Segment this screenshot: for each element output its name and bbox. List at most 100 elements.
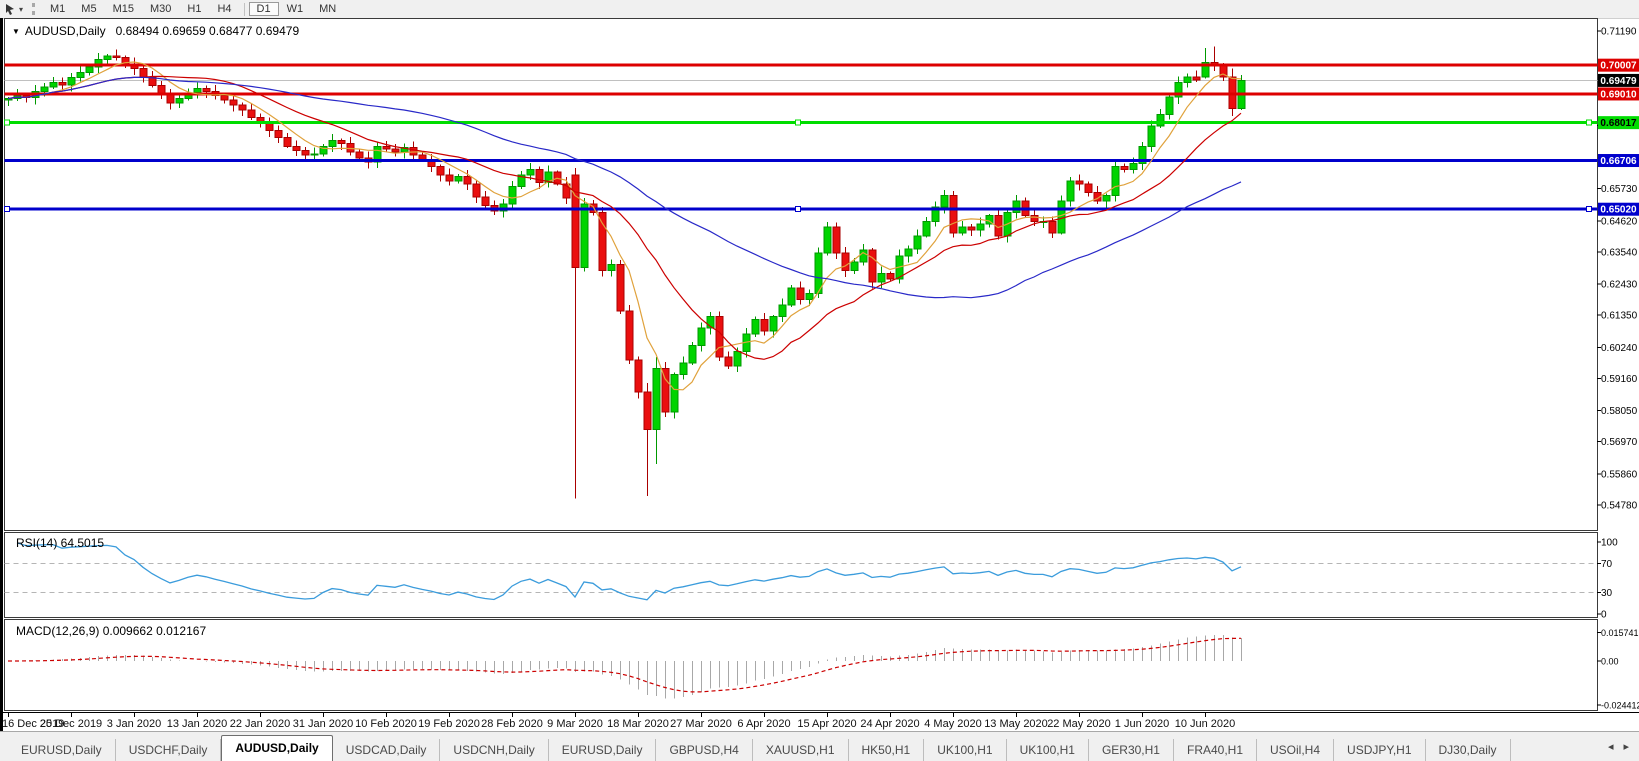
svg-text:0.58050: 0.58050 bbox=[1601, 406, 1638, 417]
hline-handle[interactable] bbox=[1587, 207, 1592, 212]
cursor-tool-icon bbox=[4, 3, 16, 15]
date-tick-label: 3 Jan 2020 bbox=[107, 718, 161, 730]
timeframe-button-mn[interactable]: MN bbox=[311, 2, 344, 16]
date-tick-label: 10 Feb 2020 bbox=[355, 718, 417, 730]
price-badge-0.70007: 0.70007 bbox=[1598, 59, 1639, 72]
tab-usdcnh-daily[interactable]: USDCNH,Daily bbox=[440, 739, 548, 761]
chart-tabs: EURUSD,DailyUSDCHF,DailyAUDUSD,DailyUSDC… bbox=[8, 735, 1511, 761]
hline-handle[interactable] bbox=[5, 207, 10, 212]
date-axis[interactable]: 16 Dec 201925 Dec 20193 Jan 202013 Jan 2… bbox=[0, 712, 1639, 731]
svg-text:0.55860: 0.55860 bbox=[1601, 469, 1638, 480]
date-tick-label: 1 Jun 2020 bbox=[1115, 718, 1169, 730]
svg-text:0.63540: 0.63540 bbox=[1601, 247, 1638, 258]
main-price-chart[interactable]: 0.711900.679200.657300.646200.635400.624… bbox=[0, 18, 1639, 531]
svg-text:0.69479: 0.69479 bbox=[1600, 76, 1637, 87]
timeframe-button-h1[interactable]: H1 bbox=[179, 2, 209, 16]
tab-usdchf-daily[interactable]: USDCHF,Daily bbox=[116, 739, 222, 761]
cursor-tool-button[interactable]: ▾ bbox=[0, 3, 27, 15]
svg-text:0.69010: 0.69010 bbox=[1600, 89, 1637, 100]
svg-text:0.62430: 0.62430 bbox=[1601, 280, 1638, 291]
price-badge-0.69479: 0.69479 bbox=[1598, 74, 1639, 87]
macd-indicator-label: MACD(12,26,9) 0.009662 0.012167 bbox=[16, 624, 206, 638]
svg-text:0.60240: 0.60240 bbox=[1601, 343, 1638, 354]
svg-text:0.64620: 0.64620 bbox=[1601, 216, 1638, 227]
date-tick-label: 19 Feb 2020 bbox=[418, 718, 480, 730]
date-tick-label: 9 Mar 2020 bbox=[547, 718, 603, 730]
svg-text:0.65730: 0.65730 bbox=[1601, 184, 1638, 195]
svg-text:0.61350: 0.61350 bbox=[1601, 311, 1638, 322]
date-tick-label: 10 Jun 2020 bbox=[1175, 718, 1236, 730]
date-tick-label: 13 May 2020 bbox=[984, 718, 1048, 730]
price-badge-0.65020: 0.65020 bbox=[1598, 203, 1639, 216]
tab-audusd-daily-active[interactable]: AUDUSD,Daily bbox=[221, 735, 332, 761]
date-tick-label: 22 Jan 2020 bbox=[230, 718, 291, 730]
timeframe-button-h4[interactable]: H4 bbox=[209, 2, 239, 16]
chart-symbol-label: AUDUSD,Daily bbox=[25, 24, 106, 38]
tabs-scroll-right-icon[interactable]: ▸ bbox=[1623, 740, 1629, 753]
tab-scroll-arrows: ◂ ▸ bbox=[1608, 732, 1639, 761]
tab-dj30-daily[interactable]: DJ30,Daily bbox=[1426, 739, 1511, 761]
svg-text:70: 70 bbox=[1601, 559, 1613, 570]
timeframe-button-d1[interactable]: D1 bbox=[249, 2, 279, 16]
macd-panel[interactable]: 0.015741 0.00 -0.024412 bbox=[0, 619, 1639, 711]
timeframe-button-m15[interactable]: M15 bbox=[105, 2, 142, 16]
timeframe-buttons: M1M5M15M30H1H4 D1W1MN bbox=[42, 2, 344, 16]
svg-text:0.54780: 0.54780 bbox=[1601, 501, 1638, 512]
svg-text:0.70007: 0.70007 bbox=[1600, 61, 1637, 72]
tab-usoil-h4[interactable]: USOil,H4 bbox=[1257, 739, 1334, 761]
tab-ger30-h1[interactable]: GER30,H1 bbox=[1089, 739, 1174, 761]
date-tick-label: 13 Jan 2020 bbox=[167, 718, 228, 730]
rsi-panel[interactable]: 10070300 bbox=[0, 532, 1639, 618]
tab-hk50-h1[interactable]: HK50,H1 bbox=[849, 739, 925, 761]
tab-usdcad-daily[interactable]: USDCAD,Daily bbox=[333, 739, 441, 761]
tab-usdjpy-h1[interactable]: USDJPY,H1 bbox=[1334, 739, 1425, 761]
tab-eurusd-daily[interactable]: EURUSD,Daily bbox=[8, 739, 116, 761]
date-tick-label: 4 May 2020 bbox=[924, 718, 981, 730]
hline-handle[interactable] bbox=[5, 120, 10, 125]
toolbar-separator bbox=[244, 3, 245, 16]
hline-handle[interactable] bbox=[1587, 120, 1592, 125]
date-tick-label: 24 Apr 2020 bbox=[860, 718, 919, 730]
tab-fra40-h1[interactable]: FRA40,H1 bbox=[1174, 739, 1257, 761]
timeframe-button-w1[interactable]: W1 bbox=[279, 2, 312, 16]
hline-handle[interactable] bbox=[796, 120, 801, 125]
chevron-down-icon[interactable]: ▾ bbox=[19, 5, 23, 14]
svg-text:-0.024412: -0.024412 bbox=[1601, 700, 1639, 710]
date-tick-label: 31 Jan 2020 bbox=[293, 718, 354, 730]
mt4-window: ▾ M1M5M15M30H1H4 D1W1MN ▼ AUDUSD,Daily 0.68… bbox=[0, 0, 1639, 761]
hline-handle[interactable] bbox=[796, 207, 801, 212]
chart-ohlc-values: 0.68494 0.69659 0.68477 0.69479 bbox=[116, 24, 300, 38]
timeframe-button-m30[interactable]: M30 bbox=[142, 2, 179, 16]
date-tick-label: 22 May 2020 bbox=[1047, 718, 1111, 730]
toolbar-grip[interactable] bbox=[32, 3, 37, 15]
tab-gbpusd-h4[interactable]: GBPUSD,H4 bbox=[656, 739, 752, 761]
svg-text:0.56970: 0.56970 bbox=[1601, 437, 1638, 448]
svg-text:0.65020: 0.65020 bbox=[1600, 205, 1637, 216]
rsi-indicator-label: RSI(14) 64.5015 bbox=[16, 536, 104, 550]
price-badge-0.69010: 0.69010 bbox=[1598, 87, 1639, 100]
svg-text:0.71190: 0.71190 bbox=[1601, 27, 1637, 38]
svg-text:100: 100 bbox=[1601, 538, 1618, 549]
date-tick-label: 6 Apr 2020 bbox=[737, 718, 790, 730]
svg-text:0.00: 0.00 bbox=[1601, 657, 1619, 667]
tab-uk100-h1[interactable]: UK100,H1 bbox=[1007, 739, 1089, 761]
tabs-scroll-left-icon[interactable]: ◂ bbox=[1608, 740, 1614, 753]
price-badge-0.66706: 0.66706 bbox=[1598, 154, 1639, 167]
tab-uk100-h1[interactable]: UK100,H1 bbox=[924, 739, 1006, 761]
date-tick-label: 25 Dec 2019 bbox=[40, 718, 102, 730]
chart-title: ▼ AUDUSD,Daily 0.68494 0.69659 0.68477 0.6… bbox=[12, 24, 299, 38]
timeframe-toolbar: ▾ M1M5M15M30H1H4 D1W1MN bbox=[0, 0, 1639, 19]
symbol-dropdown-icon[interactable]: ▼ bbox=[12, 27, 20, 36]
svg-text:0: 0 bbox=[1601, 610, 1607, 619]
date-tick-label: 18 Mar 2020 bbox=[607, 718, 669, 730]
timeframe-button-m5[interactable]: M5 bbox=[73, 2, 104, 16]
price-badge-0.68017: 0.68017 bbox=[1598, 116, 1639, 129]
tab-xauusd-h1[interactable]: XAUUSD,H1 bbox=[753, 739, 849, 761]
svg-text:0.015741: 0.015741 bbox=[1601, 628, 1639, 638]
svg-text:0.66706: 0.66706 bbox=[1600, 156, 1637, 167]
date-tick-label: 27 Mar 2020 bbox=[670, 718, 732, 730]
svg-text:0.68017: 0.68017 bbox=[1600, 118, 1637, 129]
date-tick-label: 28 Feb 2020 bbox=[481, 718, 543, 730]
tab-eurusd-daily[interactable]: EURUSD,Daily bbox=[549, 739, 657, 761]
timeframe-button-m1[interactable]: M1 bbox=[42, 2, 73, 16]
